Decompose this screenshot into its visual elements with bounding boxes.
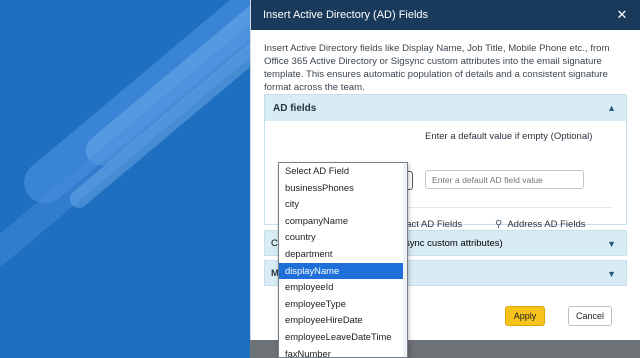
chevron-up-icon[interactable]: ▲ xyxy=(607,103,616,113)
section-title-end: sync custom attributes) xyxy=(405,238,503,249)
apply-button[interactable]: Apply xyxy=(505,306,545,326)
dropdown-option[interactable]: faxNumber xyxy=(279,346,407,357)
dropdown-option[interactable]: employeeId xyxy=(279,279,407,296)
chevron-down-icon[interactable]: ▼ xyxy=(607,269,616,279)
section-title: AD fields xyxy=(273,102,317,114)
dropdown-scrollbar[interactable] xyxy=(403,163,407,357)
dropdown-option[interactable]: Select AD Field xyxy=(279,163,407,180)
dropdown-option[interactable]: country xyxy=(279,229,407,246)
dropdown-option[interactable]: businessPhones xyxy=(279,180,407,197)
default-value-label: Enter a default value if empty (Optional… xyxy=(425,131,593,142)
ad-fields-header[interactable]: AD fields ▲ xyxy=(265,95,626,121)
dropdown-option[interactable]: employeeLeaveDateTime xyxy=(279,329,407,346)
dropdown-option[interactable]: employeeHireDate xyxy=(279,312,407,329)
panel-header: Insert Active Directory (AD) Fields ✕ xyxy=(251,0,640,30)
default-value-input[interactable] xyxy=(425,170,584,189)
location-pin-icon: ⚲ xyxy=(495,219,503,230)
section-title-start: C xyxy=(271,238,278,249)
dropdown-option[interactable]: department xyxy=(279,246,407,263)
cancel-button[interactable]: Cancel xyxy=(568,306,612,326)
panel-title: Insert Active Directory (AD) Fields xyxy=(263,9,429,21)
tab-address-ad-fields[interactable]: ⚲ Address AD Fields xyxy=(495,219,585,230)
tab-address-label: Address AD Fields xyxy=(507,219,586,230)
close-icon[interactable]: ✕ xyxy=(614,7,630,23)
chevron-down-icon[interactable]: ▼ xyxy=(607,239,616,249)
dropdown-option[interactable]: companyName xyxy=(279,213,407,230)
dropdown-option[interactable]: employeeType xyxy=(279,296,407,313)
dropdown-option[interactable]: city xyxy=(279,196,407,213)
background-decoration xyxy=(0,0,250,358)
dropdown-option-selected[interactable]: displayName xyxy=(279,262,407,280)
ad-field-dropdown-list[interactable]: Select AD Field businessPhones city comp… xyxy=(278,162,408,358)
intro-text: Insert Active Directory fields like Disp… xyxy=(264,43,610,93)
